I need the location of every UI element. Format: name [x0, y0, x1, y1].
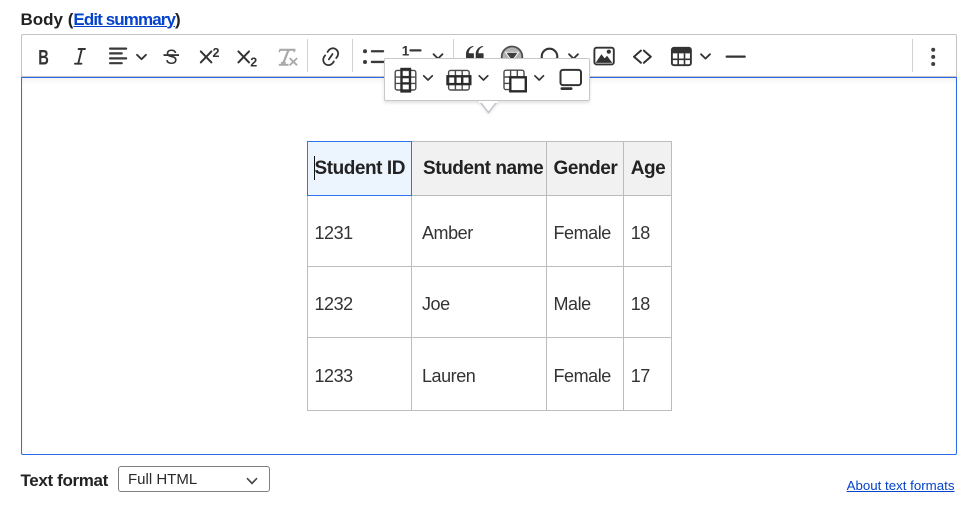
- svg-text:1: 1: [402, 43, 410, 58]
- svg-text:S: S: [165, 45, 177, 69]
- svg-text:B: B: [38, 45, 49, 69]
- svg-text:2: 2: [213, 46, 220, 60]
- svg-text:2: 2: [250, 55, 257, 69]
